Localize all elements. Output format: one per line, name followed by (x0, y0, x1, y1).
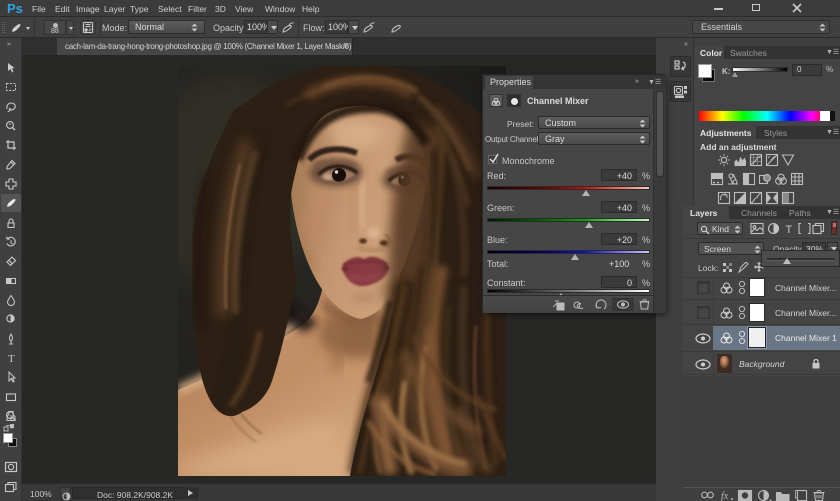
svg-text:fx: fx (721, 491, 729, 501)
svg-text:T: T (8, 353, 15, 364)
svg-text:T: T (786, 224, 793, 236)
